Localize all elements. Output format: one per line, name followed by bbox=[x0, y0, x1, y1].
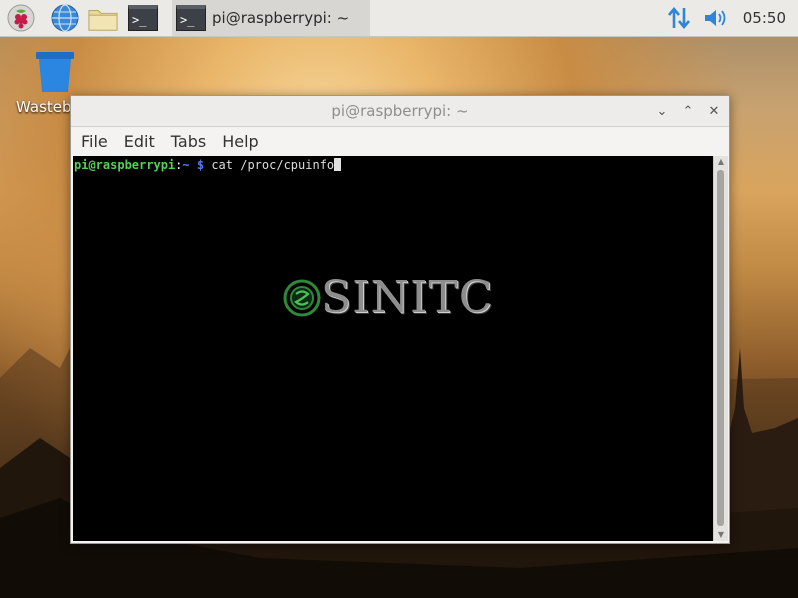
maximize-icon[interactable]: ⌃ bbox=[679, 102, 697, 120]
scroll-thumb[interactable] bbox=[717, 170, 724, 526]
wastebasket-icon[interactable] bbox=[32, 50, 78, 98]
menubar: File Edit Tabs Help bbox=[71, 127, 729, 155]
watermark-text: SINITC bbox=[321, 272, 494, 323]
menu-edit[interactable]: Edit bbox=[116, 132, 163, 151]
scroll-up-icon[interactable]: ▲ bbox=[714, 156, 728, 168]
prompt-directory: ~ bbox=[182, 158, 190, 172]
file-manager-icon[interactable] bbox=[88, 3, 118, 33]
taskbar-task-terminal[interactable]: >_ pi@raspberrypi: ~ bbox=[172, 0, 370, 36]
terminal-icon: >_ bbox=[176, 5, 206, 31]
close-icon[interactable]: ✕ bbox=[705, 102, 723, 120]
watermark: SINITC bbox=[283, 272, 493, 323]
vertical-scrollbar[interactable]: ▲ ▼ bbox=[713, 156, 728, 541]
taskbar: >_ >_ pi@raspberrypi: ~ 05:50 bbox=[0, 0, 798, 37]
menu-help[interactable]: Help bbox=[214, 132, 266, 151]
window-title: pi@raspberrypi: ~ bbox=[331, 102, 469, 120]
task-label: pi@raspberrypi: ~ bbox=[212, 9, 350, 27]
menu-tabs[interactable]: Tabs bbox=[163, 132, 214, 151]
volume-icon[interactable] bbox=[700, 3, 730, 33]
network-arrows-icon[interactable] bbox=[664, 3, 694, 33]
command-text: cat /proc/cpuinfo bbox=[211, 158, 335, 172]
prompt-user: pi@raspberrypi bbox=[74, 158, 176, 172]
minimize-icon[interactable]: ⌄ bbox=[653, 102, 671, 120]
text-cursor bbox=[334, 158, 342, 171]
terminal-launcher-icon[interactable]: >_ bbox=[128, 3, 158, 33]
prompt-symbol: $ bbox=[196, 158, 205, 172]
clock[interactable]: 05:50 bbox=[743, 9, 786, 27]
terminal-area[interactable]: pi@raspberrypi:~ $ cat /proc/cpuinfo bbox=[73, 156, 713, 541]
command-line: pi@raspberrypi:~ $ cat /proc/cpuinfo bbox=[74, 158, 342, 172]
menu-file[interactable]: File bbox=[73, 132, 116, 151]
window-titlebar[interactable]: pi@raspberrypi: ~ ⌄ ⌃ ✕ bbox=[71, 96, 729, 127]
scroll-down-icon[interactable]: ▼ bbox=[714, 529, 728, 541]
raspberry-menu-icon[interactable] bbox=[6, 3, 36, 33]
wastebasket-label: Wasteb bbox=[16, 98, 72, 116]
watermark-logo-icon bbox=[283, 279, 321, 316]
browser-globe-icon[interactable] bbox=[50, 3, 80, 33]
